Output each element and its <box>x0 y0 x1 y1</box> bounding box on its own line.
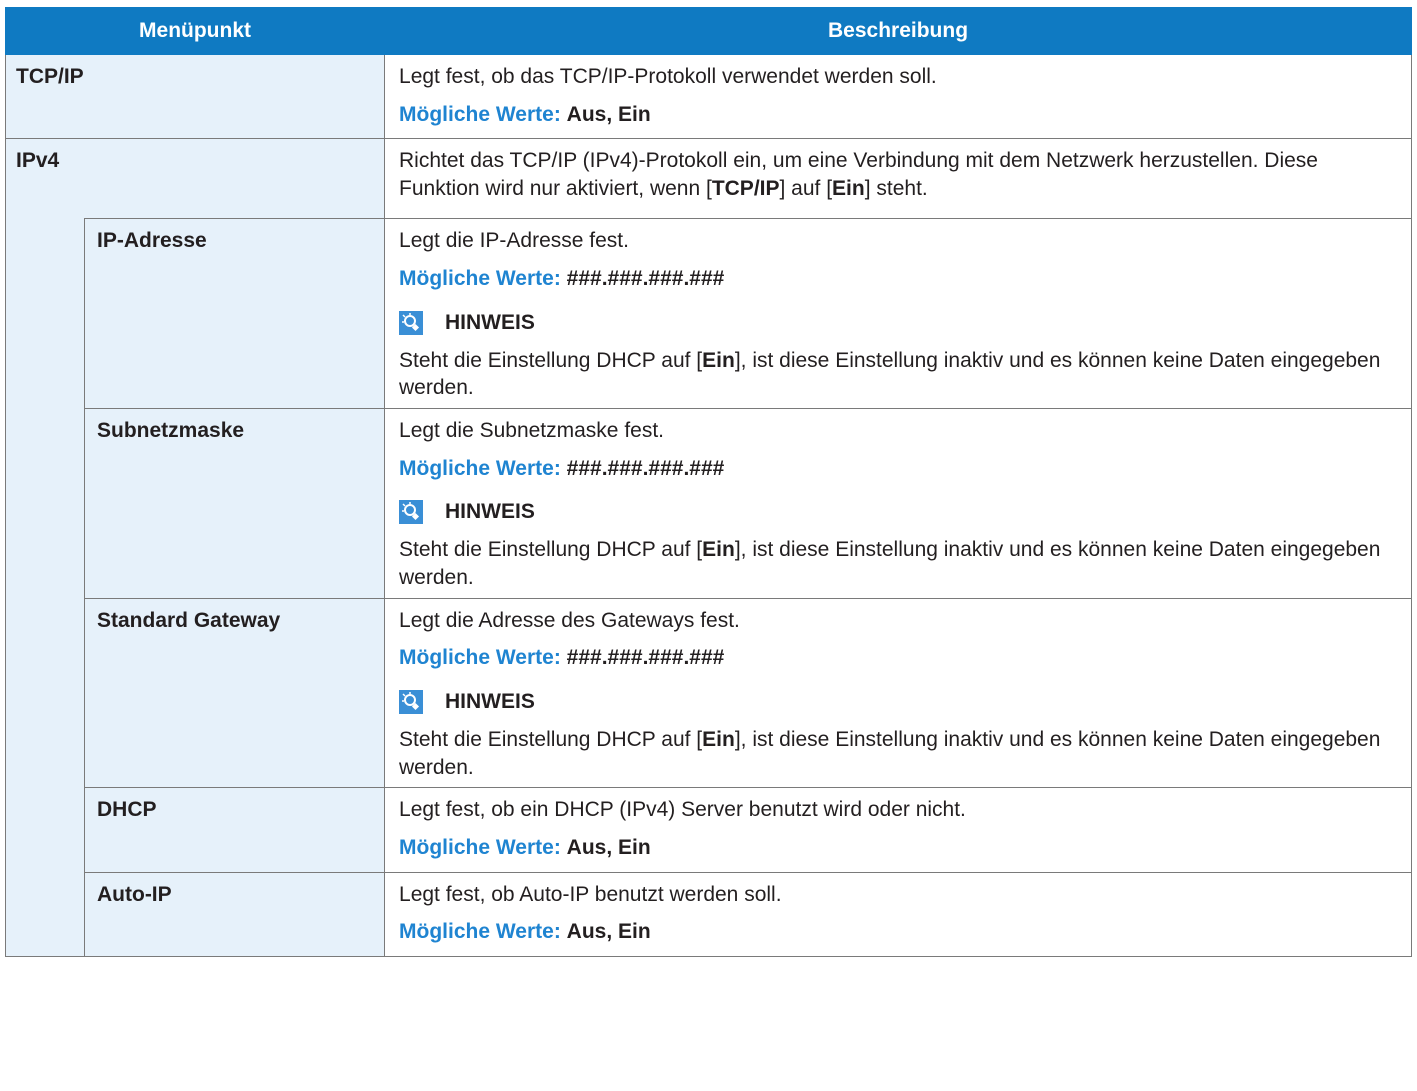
description-cell: Legt fest, ob ein DHCP (IPv4) Server ben… <box>384 787 1413 873</box>
bold-text: Ein <box>702 348 735 372</box>
indent-cell <box>5 872 85 958</box>
indent-cell <box>5 598 85 788</box>
bold-text: Ein <box>702 538 735 562</box>
possible-values-label: Mögliche Werte: <box>399 835 561 859</box>
note-text: Steht die Einstellung DHCP auf [Ein], is… <box>399 536 1399 591</box>
note-text: Steht die Einstellung DHCP auf [Ein], is… <box>399 347 1399 402</box>
menu-item-ipv4: IPv4 <box>4 138 386 219</box>
menu-item-auto-ip: Auto-IP <box>83 871 386 958</box>
possible-values: Mögliche Werte: ###.###.###.### <box>399 265 1399 293</box>
note-text: Steht die Einstellung DHCP auf [Ein], is… <box>399 726 1399 781</box>
text-part: Steht die Einstellung DHCP auf [ <box>399 348 703 372</box>
indent-cell <box>5 787 85 873</box>
menu-item-dhcp: DHCP <box>83 787 386 873</box>
indent-cell <box>5 218 85 409</box>
note-title: HINWEIS <box>445 310 535 334</box>
column-header-menu: Menüpunkt <box>4 7 386 55</box>
description-cell: Legt fest, ob Auto-IP benutzt werden sol… <box>384 871 1413 958</box>
menu-item-standard-gateway: Standard Gateway <box>83 597 386 789</box>
description-cell: Richtet das TCP/IP (IPv4)-Protokoll ein,… <box>384 138 1413 220</box>
table-row: Auto-IP Legt fest, ob Auto-IP benutzt we… <box>5 871 1413 958</box>
table-row: TCP/IP Legt fest, ob das TCP/IP-Protokol… <box>4 53 1413 140</box>
bold-text: TCP/IP <box>711 177 780 201</box>
bold-text: Ein <box>832 177 865 201</box>
possible-values: Mögliche Werte: ###.###.###.### <box>399 644 1399 672</box>
description-text: Legt fest, ob ein DHCP (IPv4) Server ben… <box>399 798 966 822</box>
bold-text: Ein <box>702 727 735 751</box>
text-part: Steht die Einstellung DHCP auf [ <box>399 538 703 562</box>
possible-values-label: Mögliche Werte: <box>399 920 561 944</box>
lightbulb-note-icon <box>399 689 424 714</box>
text-part: ] steht. <box>864 177 928 201</box>
possible-values: Mögliche Werte: Aus, Ein <box>399 101 1399 129</box>
table-row: IPv4 Richtet das TCP/IP (IPv4)-Protokoll… <box>4 138 1413 220</box>
indent-cell <box>5 408 85 599</box>
possible-values-value: Aus, Ein <box>566 835 651 859</box>
note-title: HINWEIS <box>445 500 535 524</box>
possible-values-value: Aus, Ein <box>566 920 651 944</box>
lightbulb-note-icon <box>399 310 424 335</box>
settings-table: Menüpunkt Beschreibung TCP/IP Legt fest,… <box>4 7 1413 958</box>
description-text: Legt fest, ob das TCP/IP-Protokoll verwe… <box>399 65 937 88</box>
description-cell: Legt die IP-Adresse fest. Mögliche Werte… <box>384 218 1413 410</box>
description-text: Legt fest, ob Auto-IP benutzt werden sol… <box>399 882 782 906</box>
possible-values-label: Mögliche Werte: <box>399 646 561 670</box>
menu-item-tcpip: TCP/IP <box>4 53 386 140</box>
column-header-description: Beschreibung <box>384 7 1413 55</box>
possible-values: Mögliche Werte: Aus, Ein <box>399 834 1399 862</box>
possible-values-value: Aus, Ein <box>566 102 651 126</box>
note-title: HINWEIS <box>445 690 535 714</box>
lightbulb-note-icon <box>399 500 424 525</box>
possible-values: Mögliche Werte: ###.###.###.### <box>399 455 1399 483</box>
note-header: HINWEIS <box>399 498 1399 526</box>
text-part: Steht die Einstellung DHCP auf [ <box>399 727 703 751</box>
description-cell: Legt die Subnetzmaske fest. Mögliche Wer… <box>384 408 1413 599</box>
possible-values-value: ###.###.###.### <box>566 456 725 480</box>
note-header: HINWEIS <box>399 688 1399 716</box>
possible-values-label: Mögliche Werte: <box>399 456 561 480</box>
description-text: Richtet das TCP/IP (IPv4)-Protokoll ein,… <box>399 147 1399 202</box>
table-row: Subnetzmaske Legt die Subnetzmaske fest.… <box>5 408 1413 599</box>
table-row: Standard Gateway Legt die Adresse des Ga… <box>5 597 1413 789</box>
possible-values-value: ###.###.###.### <box>566 646 725 670</box>
text-part: ] auf [ <box>779 177 833 201</box>
table-row: DHCP Legt fest, ob ein DHCP (IPv4) Serve… <box>5 787 1413 873</box>
possible-values-value: ###.###.###.### <box>566 267 725 291</box>
menu-item-subnet-mask: Subnetzmaske <box>83 408 386 599</box>
description-cell: Legt die Adresse des Gateways fest. Mögl… <box>384 597 1413 789</box>
description-text: Legt die IP-Adresse fest. <box>399 229 629 253</box>
note-header: HINWEIS <box>399 309 1399 337</box>
description-text: Legt die Subnetzmaske fest. <box>399 419 665 443</box>
possible-values-label: Mögliche Werte: <box>399 267 561 291</box>
table-header-row: Menüpunkt Beschreibung <box>4 7 1413 55</box>
possible-values: Mögliche Werte: Aus, Ein <box>399 918 1399 946</box>
possible-values-label: Mögliche Werte: <box>399 102 561 126</box>
description-cell: Legt fest, ob das TCP/IP-Protokoll verwe… <box>384 53 1413 140</box>
description-text: Legt die Adresse des Gateways fest. <box>399 608 740 632</box>
menu-item-ip-address: IP-Adresse <box>83 218 386 410</box>
table-row: IP-Adresse Legt die IP-Adresse fest. Mög… <box>5 218 1413 410</box>
